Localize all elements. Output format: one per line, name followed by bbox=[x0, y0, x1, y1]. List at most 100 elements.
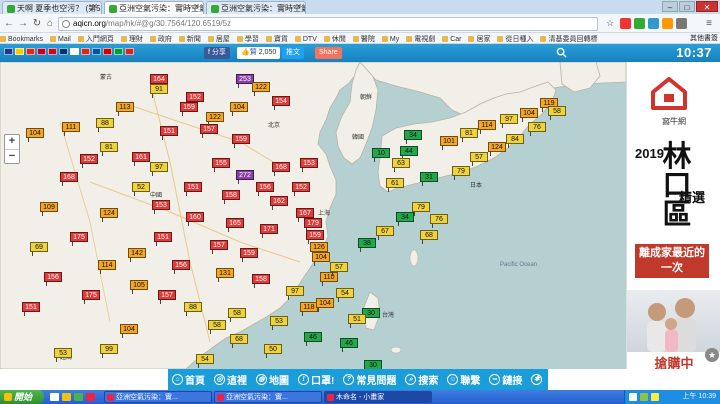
aqi-station-marker[interactable]: 51 bbox=[348, 314, 366, 328]
browser-tab[interactable]: 亞洲空氣污染：實時空氣 ✕ bbox=[206, 1, 306, 14]
aqi-station-marker[interactable]: 159 bbox=[240, 248, 258, 262]
nav-contact[interactable]: ☺ 聯繫 bbox=[447, 372, 480, 387]
aqi-station-marker[interactable]: 104 bbox=[312, 252, 330, 266]
taskbar-button[interactable]: 亞洲空氣污染：實... bbox=[104, 391, 212, 403]
aqi-station-marker[interactable]: 63 bbox=[392, 158, 410, 172]
bookmark-item[interactable]: 寶貨 bbox=[265, 34, 288, 43]
bookmark-item[interactable]: 政府 bbox=[149, 34, 172, 43]
aqi-station-marker[interactable]: 44 bbox=[400, 146, 418, 160]
aqi-station-marker[interactable]: 152 bbox=[186, 92, 204, 106]
quicklaunch-icon[interactable] bbox=[86, 393, 95, 401]
language-flag-icon[interactable] bbox=[103, 48, 112, 55]
aqi-station-marker[interactable]: 131 bbox=[216, 268, 234, 282]
aqi-station-marker[interactable]: 52 bbox=[132, 182, 150, 196]
language-flag-icon[interactable] bbox=[48, 48, 57, 55]
maximize-button[interactable]: □ bbox=[679, 1, 695, 12]
aqi-station-marker[interactable]: 99 bbox=[100, 344, 118, 358]
aqi-station-marker[interactable]: 68 bbox=[420, 230, 438, 244]
bookmark-item[interactable]: My bbox=[381, 34, 399, 43]
aqi-station-marker[interactable]: 164 bbox=[150, 74, 168, 88]
bookmark-item[interactable]: 居屋 bbox=[207, 34, 230, 43]
aqi-station-marker[interactable]: 57 bbox=[330, 262, 348, 276]
nav-settings[interactable]: ✱ bbox=[531, 374, 544, 385]
nav-faq[interactable]: ? 常見問題 bbox=[343, 372, 396, 387]
forward-icon[interactable]: → bbox=[16, 17, 30, 30]
language-flag-icon[interactable] bbox=[114, 48, 123, 55]
aqi-station-marker[interactable]: 10 bbox=[372, 148, 390, 162]
aqi-station-marker[interactable]: 167 bbox=[296, 208, 314, 222]
aqi-station-marker[interactable]: 142 bbox=[128, 248, 146, 262]
aqi-station-marker[interactable]: 157 bbox=[210, 240, 228, 254]
aqi-station-marker[interactable]: 76 bbox=[528, 122, 546, 136]
language-flag-icon[interactable] bbox=[92, 48, 101, 55]
aqi-station-marker[interactable]: 68 bbox=[230, 334, 248, 348]
aqi-station-marker[interactable]: 79 bbox=[452, 166, 470, 180]
aqi-station-marker[interactable]: 88 bbox=[96, 118, 114, 132]
aqi-station-marker[interactable]: 34 bbox=[396, 212, 414, 226]
aqi-station-marker[interactable]: 179 bbox=[304, 218, 322, 232]
nav-search[interactable]: ⌕ 搜索 bbox=[405, 372, 438, 387]
aqi-station-marker[interactable]: 272 bbox=[236, 170, 254, 184]
taskbar-button-active[interactable]: 木命名 - 小畫家 bbox=[324, 391, 432, 403]
language-flag-icon[interactable] bbox=[26, 48, 35, 55]
start-button[interactable]: 開始 bbox=[0, 390, 44, 404]
aqi-station-marker[interactable]: 46 bbox=[340, 338, 358, 352]
aqi-station-marker[interactable]: 46 bbox=[304, 332, 322, 346]
aqi-station-marker[interactable]: 97 bbox=[286, 286, 304, 300]
share-button[interactable]: Share bbox=[315, 47, 342, 59]
language-flag-icon[interactable] bbox=[70, 48, 79, 55]
like-button[interactable]: 👍贊 2,050 bbox=[237, 47, 281, 59]
tab-close-icon[interactable]: ✕ bbox=[91, 2, 98, 11]
bookmark-item[interactable]: 醫院 bbox=[352, 34, 375, 43]
browser-tab-active[interactable]: 亞洲空氣污染：實時空氣 ✕ bbox=[104, 1, 204, 14]
aqi-station-marker[interactable]: 113 bbox=[116, 102, 134, 116]
bookmark-item[interactable]: 新聞 bbox=[178, 34, 201, 43]
aqi-map[interactable]: + − 中國 日本 北京 上海 台灣 越南 朝鮮 韓國 蒙古 Pacific O… bbox=[0, 62, 626, 369]
site-info-icon[interactable] bbox=[62, 20, 70, 28]
other-bookmarks[interactable]: 其他書簽 bbox=[686, 33, 718, 43]
aqi-station-marker[interactable]: 151 bbox=[160, 126, 178, 140]
aqi-station-marker[interactable]: 158 bbox=[252, 274, 270, 288]
reload-icon[interactable]: ↻ bbox=[30, 17, 44, 30]
aqi-station-marker[interactable]: 151 bbox=[184, 182, 202, 196]
sidebar-ad[interactable]: 窩牛網 2019 林口區 精選 離成家最近的一次 搶購中 ★ bbox=[626, 62, 720, 369]
aqi-station-marker[interactable]: 156 bbox=[44, 272, 62, 286]
aqi-station-marker[interactable]: 124 bbox=[488, 142, 506, 156]
aqi-station-marker[interactable]: 61 bbox=[386, 178, 404, 192]
aqi-station-marker[interactable]: 126 bbox=[310, 242, 328, 256]
tab-close-icon[interactable]: ✕ bbox=[295, 2, 302, 11]
aqi-station-marker[interactable]: 30 bbox=[364, 360, 382, 369]
nav-home[interactable]: ⌂ 首頁 bbox=[172, 372, 205, 387]
aqi-station-marker[interactable]: 155 bbox=[212, 158, 230, 172]
aqi-station-marker[interactable]: 156 bbox=[172, 260, 190, 274]
quicklaunch-icon[interactable] bbox=[62, 393, 71, 401]
bookmark-star-icon[interactable]: ☆ bbox=[603, 17, 617, 30]
aqi-station-marker[interactable]: 54 bbox=[196, 354, 214, 368]
aqi-station-marker[interactable]: 88 bbox=[184, 302, 202, 316]
extension-icon[interactable] bbox=[620, 18, 631, 29]
language-flag-icon[interactable] bbox=[59, 48, 68, 55]
bookmark-item[interactable]: 理財 bbox=[120, 34, 143, 43]
aqi-station-marker[interactable]: 175 bbox=[70, 232, 88, 246]
nav-map[interactable]: ◍ 地圖 bbox=[256, 372, 289, 387]
aqi-station-marker[interactable]: 67 bbox=[376, 226, 394, 240]
nav-here[interactable]: ◎ 這裡 bbox=[214, 372, 247, 387]
aqi-station-marker[interactable]: 79 bbox=[412, 202, 430, 216]
aqi-station-marker[interactable]: 154 bbox=[272, 96, 290, 110]
aqi-station-marker[interactable]: 165 bbox=[226, 218, 244, 232]
close-window-button[interactable]: ✕ bbox=[696, 1, 718, 12]
bookmark-item[interactable]: Bookmarks bbox=[0, 34, 43, 43]
aqi-station-marker[interactable]: 104 bbox=[520, 108, 538, 122]
aqi-station-marker[interactable]: 151 bbox=[154, 232, 172, 246]
aqi-station-marker[interactable]: 58 bbox=[228, 308, 246, 322]
minimize-button[interactable]: – bbox=[662, 1, 678, 12]
aqi-station-marker[interactable]: 157 bbox=[200, 124, 218, 138]
aqi-station-marker[interactable]: 122 bbox=[206, 112, 224, 126]
extension-icon[interactable] bbox=[662, 18, 673, 29]
aqi-station-marker[interactable]: 58 bbox=[548, 106, 566, 120]
quicklaunch-icon[interactable] bbox=[74, 393, 83, 401]
aqi-station-marker[interactable]: 114 bbox=[478, 120, 496, 134]
aqi-station-marker[interactable]: 104 bbox=[26, 128, 44, 142]
aqi-station-marker[interactable]: 156 bbox=[256, 182, 274, 196]
home-icon[interactable]: ⌂ bbox=[43, 17, 57, 30]
